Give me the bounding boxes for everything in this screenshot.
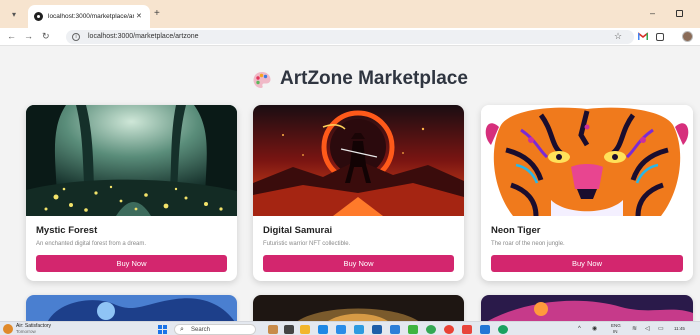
plus-icon[interactable]: + [154, 9, 160, 19]
weather-sub: Tomorrow [16, 329, 36, 334]
battery-icon[interactable]: ▭ [658, 325, 664, 333]
wifi-icon[interactable]: ≋ [632, 325, 637, 333]
card-title: Neon Tiger [491, 225, 541, 236]
card-title: Digital Samurai [263, 225, 333, 236]
page-title: ArtZone Marketplace [280, 68, 468, 89]
browser-tab-strip: ▾ localhost:3000/marketplace/art ✕ + – [0, 0, 700, 28]
chrome-icon[interactable] [426, 325, 436, 334]
page-header: ArtZone Marketplace [0, 66, 700, 92]
edge-icon[interactable] [336, 325, 346, 334]
profile-icon[interactable] [682, 31, 693, 42]
tray-app-icon[interactable]: ◉ [592, 325, 597, 333]
buy-now-button[interactable]: Buy Now [491, 255, 683, 272]
artwork-card-digital-samurai: Digital Samurai Futuristic warrior NFT c… [253, 105, 464, 281]
reload-icon[interactable]: ↻ [42, 31, 50, 42]
taskbar-app-icon[interactable] [372, 325, 382, 334]
buy-now-button[interactable]: Buy Now [36, 255, 227, 272]
url-input[interactable]: i localhost:3000/marketplace/artzone ☆ [66, 30, 634, 44]
palette-icon [253, 72, 271, 88]
artwork-image-digital-samurai[interactable] [253, 105, 464, 216]
tab-title: localhost:3000/marketplace/art [48, 13, 134, 20]
gmail-icon[interactable] [638, 32, 648, 41]
favicon-icon [34, 12, 43, 21]
buy-now-button[interactable]: Buy Now [263, 255, 454, 272]
card-title: Mystic Forest [36, 225, 98, 236]
url-text: localhost:3000/marketplace/artzone [88, 33, 199, 40]
card-description: Futuristic warrior NFT collectible. [263, 241, 351, 247]
chevron-up-icon[interactable]: ^ [578, 325, 581, 333]
maximize-icon[interactable] [676, 10, 683, 17]
close-icon[interactable]: ✕ [136, 11, 142, 22]
taskbar-app-icon[interactable] [462, 325, 472, 334]
back-icon[interactable]: ← [7, 31, 16, 42]
chrome-icon[interactable] [498, 325, 508, 334]
artwork-card-neon-tiger: Neon Tiger The roar of the neon jungle. … [481, 105, 693, 281]
browser-tab[interactable]: localhost:3000/marketplace/art ✕ [28, 5, 150, 28]
taskbar-app-icon[interactable] [318, 325, 328, 334]
taskbar-search-input[interactable]: ⌕ Search [174, 324, 256, 335]
forward-icon[interactable]: → [24, 31, 33, 42]
card-description: The roar of the neon jungle. [491, 241, 565, 247]
chrome-icon[interactable] [444, 325, 454, 334]
os-taskbar: Air: Satisfactory Tomorrow ⌕ Search ^ ◉ … [0, 321, 700, 335]
extensions-icon[interactable] [656, 33, 664, 41]
taskbar-app-icon[interactable] [354, 325, 364, 334]
taskbar-app-icon[interactable] [268, 325, 278, 334]
card-description: An enchanted digital forest from a dream… [36, 241, 147, 247]
folder-icon[interactable] [300, 325, 310, 334]
artwork-card-mystic-forest: Mystic Forest An enchanted digital fores… [26, 105, 237, 281]
volume-icon[interactable]: ◁ [645, 325, 650, 333]
minimize-icon[interactable]: – [650, 8, 655, 18]
windows-start-icon[interactable] [158, 325, 167, 334]
taskbar-app-icon[interactable] [408, 325, 418, 334]
info-icon[interactable]: i [72, 33, 80, 41]
artwork-image-neon-tiger[interactable] [481, 105, 693, 216]
star-icon[interactable]: ☆ [614, 31, 622, 42]
language-sub: IN [613, 329, 618, 334]
chevron-down-icon[interactable]: ▾ [8, 9, 20, 21]
clock[interactable]: 11:45 [674, 326, 685, 332]
vscode-icon[interactable] [480, 325, 490, 334]
search-icon: ⌕ [180, 326, 184, 333]
taskbar-app-icon[interactable] [284, 325, 294, 334]
taskbar-app-icon[interactable] [390, 325, 400, 334]
address-bar: ← → ↻ i localhost:3000/marketplace/artzo… [0, 28, 700, 46]
search-placeholder: Search [191, 327, 211, 333]
artwork-image-mystic-forest[interactable] [26, 105, 237, 216]
weather-icon[interactable] [3, 324, 13, 334]
